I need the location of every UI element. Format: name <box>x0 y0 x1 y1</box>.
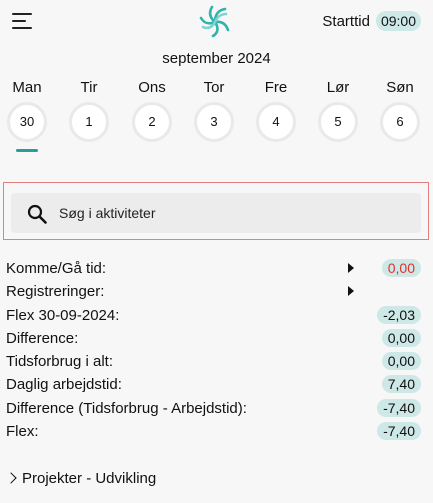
day-item-lor[interactable]: Lør 5 <box>316 78 360 142</box>
start-time-group: Starttid 09:00 <box>322 11 421 31</box>
summary-row-difference-tidsforbrug-arbejdstid: Difference (Tidsforbrug - Arbejdstid): -… <box>0 397 433 420</box>
day-name: Søn <box>386 79 414 96</box>
app-header: Starttid 09:00 <box>0 0 433 44</box>
summary-row-registreringer[interactable]: Registreringer: <box>0 280 433 303</box>
row-label: Daglig arbejdstid: <box>6 376 122 394</box>
chevron-right-icon <box>5 472 17 484</box>
menu-button[interactable] <box>12 12 34 30</box>
summary-row-daglig-arbejdstid: Daglig arbejdstid: 7,40 <box>0 373 433 396</box>
day-date-circle: 30 <box>7 102 47 142</box>
start-time-label: Starttid <box>322 12 370 30</box>
day-item-son[interactable]: Søn 6 <box>378 78 422 142</box>
summary-row-difference: Difference: 0,00 <box>0 327 433 350</box>
day-name: Man <box>12 79 42 96</box>
day-name: Ons <box>138 79 166 96</box>
summary-row-flex: Flex: -7,40 <box>0 420 433 443</box>
search-highlight-frame: Søg i aktiviteter <box>3 182 429 240</box>
hamburger-menu-icon <box>12 13 32 15</box>
selected-day-indicator <box>16 149 38 152</box>
summary-row-flex-date: Flex 30-09-2024: -2,03 <box>0 304 433 327</box>
expand-arrow-icon[interactable] <box>348 263 354 273</box>
search-input[interactable]: Søg i aktiviteter <box>11 193 421 233</box>
row-label: Registreringer: <box>6 283 105 301</box>
row-value: 7,40 <box>381 375 421 394</box>
month-label: september 2024 <box>162 50 271 67</box>
day-date-circle: 5 <box>318 102 358 142</box>
row-value: -2,03 <box>377 305 421 324</box>
week-day-selector: Man 30 Tir 1 Ons 2 Tor 3 Fre 4 Lør 5 Søn… <box>0 78 433 158</box>
row-label: Tidsforbrug i alt: <box>6 353 113 371</box>
hamburger-menu-line <box>12 20 26 22</box>
row-label: Flex 30-09-2024: <box>6 306 120 324</box>
day-date-circle: 3 <box>194 102 234 142</box>
row-value: -7,40 <box>377 422 421 441</box>
swirl-logo-icon <box>195 2 235 42</box>
search-placeholder: Søg i aktiviteter <box>59 205 156 221</box>
day-name: Tir <box>80 79 98 96</box>
day-item-tir[interactable]: Tir 1 <box>67 78 111 142</box>
day-item-fre[interactable]: Fre 4 <box>254 78 298 142</box>
expand-arrow-icon[interactable] <box>348 286 354 297</box>
search-icon <box>27 204 47 224</box>
day-date-circle: 4 <box>256 102 296 142</box>
day-date-circle: 1 <box>69 102 109 142</box>
day-item-tor[interactable]: Tor 3 <box>192 78 236 142</box>
row-label: Difference (Tidsforbrug - Arbejdstid): <box>6 399 247 417</box>
projects-expander[interactable]: Projekter - Udvikling <box>0 469 433 491</box>
day-date-circle: 6 <box>380 102 420 142</box>
row-label: Flex: <box>6 423 39 441</box>
day-date-circle: 2 <box>132 102 172 142</box>
summary-row-komme-ga-tid[interactable]: Komme/Gå tid: 0,00 <box>0 257 433 280</box>
row-value: 0,00 <box>381 352 421 371</box>
row-value: 0,00 <box>381 259 421 277</box>
day-item-ons[interactable]: Ons 2 <box>130 78 174 142</box>
day-item-man[interactable]: Man 30 <box>5 78 49 142</box>
summary-row-tidsforbrug: Tidsforbrug i alt: 0,00 <box>0 350 433 373</box>
day-name: Lør <box>326 79 350 96</box>
hamburger-menu-line <box>12 27 32 29</box>
projects-label: Projekter - Udvikling <box>22 470 157 487</box>
day-name: Tor <box>203 79 225 96</box>
day-name: Fre <box>264 79 288 96</box>
row-value: 0,00 <box>381 328 421 347</box>
summary-list: Komme/Gå tid: 0,00 Registreringer: Flex … <box>0 257 433 443</box>
start-time-badge[interactable]: 09:00 <box>375 11 421 31</box>
row-label: Komme/Gå tid: <box>6 260 107 277</box>
row-label: Difference: <box>6 329 79 347</box>
row-value: -7,40 <box>377 398 421 417</box>
